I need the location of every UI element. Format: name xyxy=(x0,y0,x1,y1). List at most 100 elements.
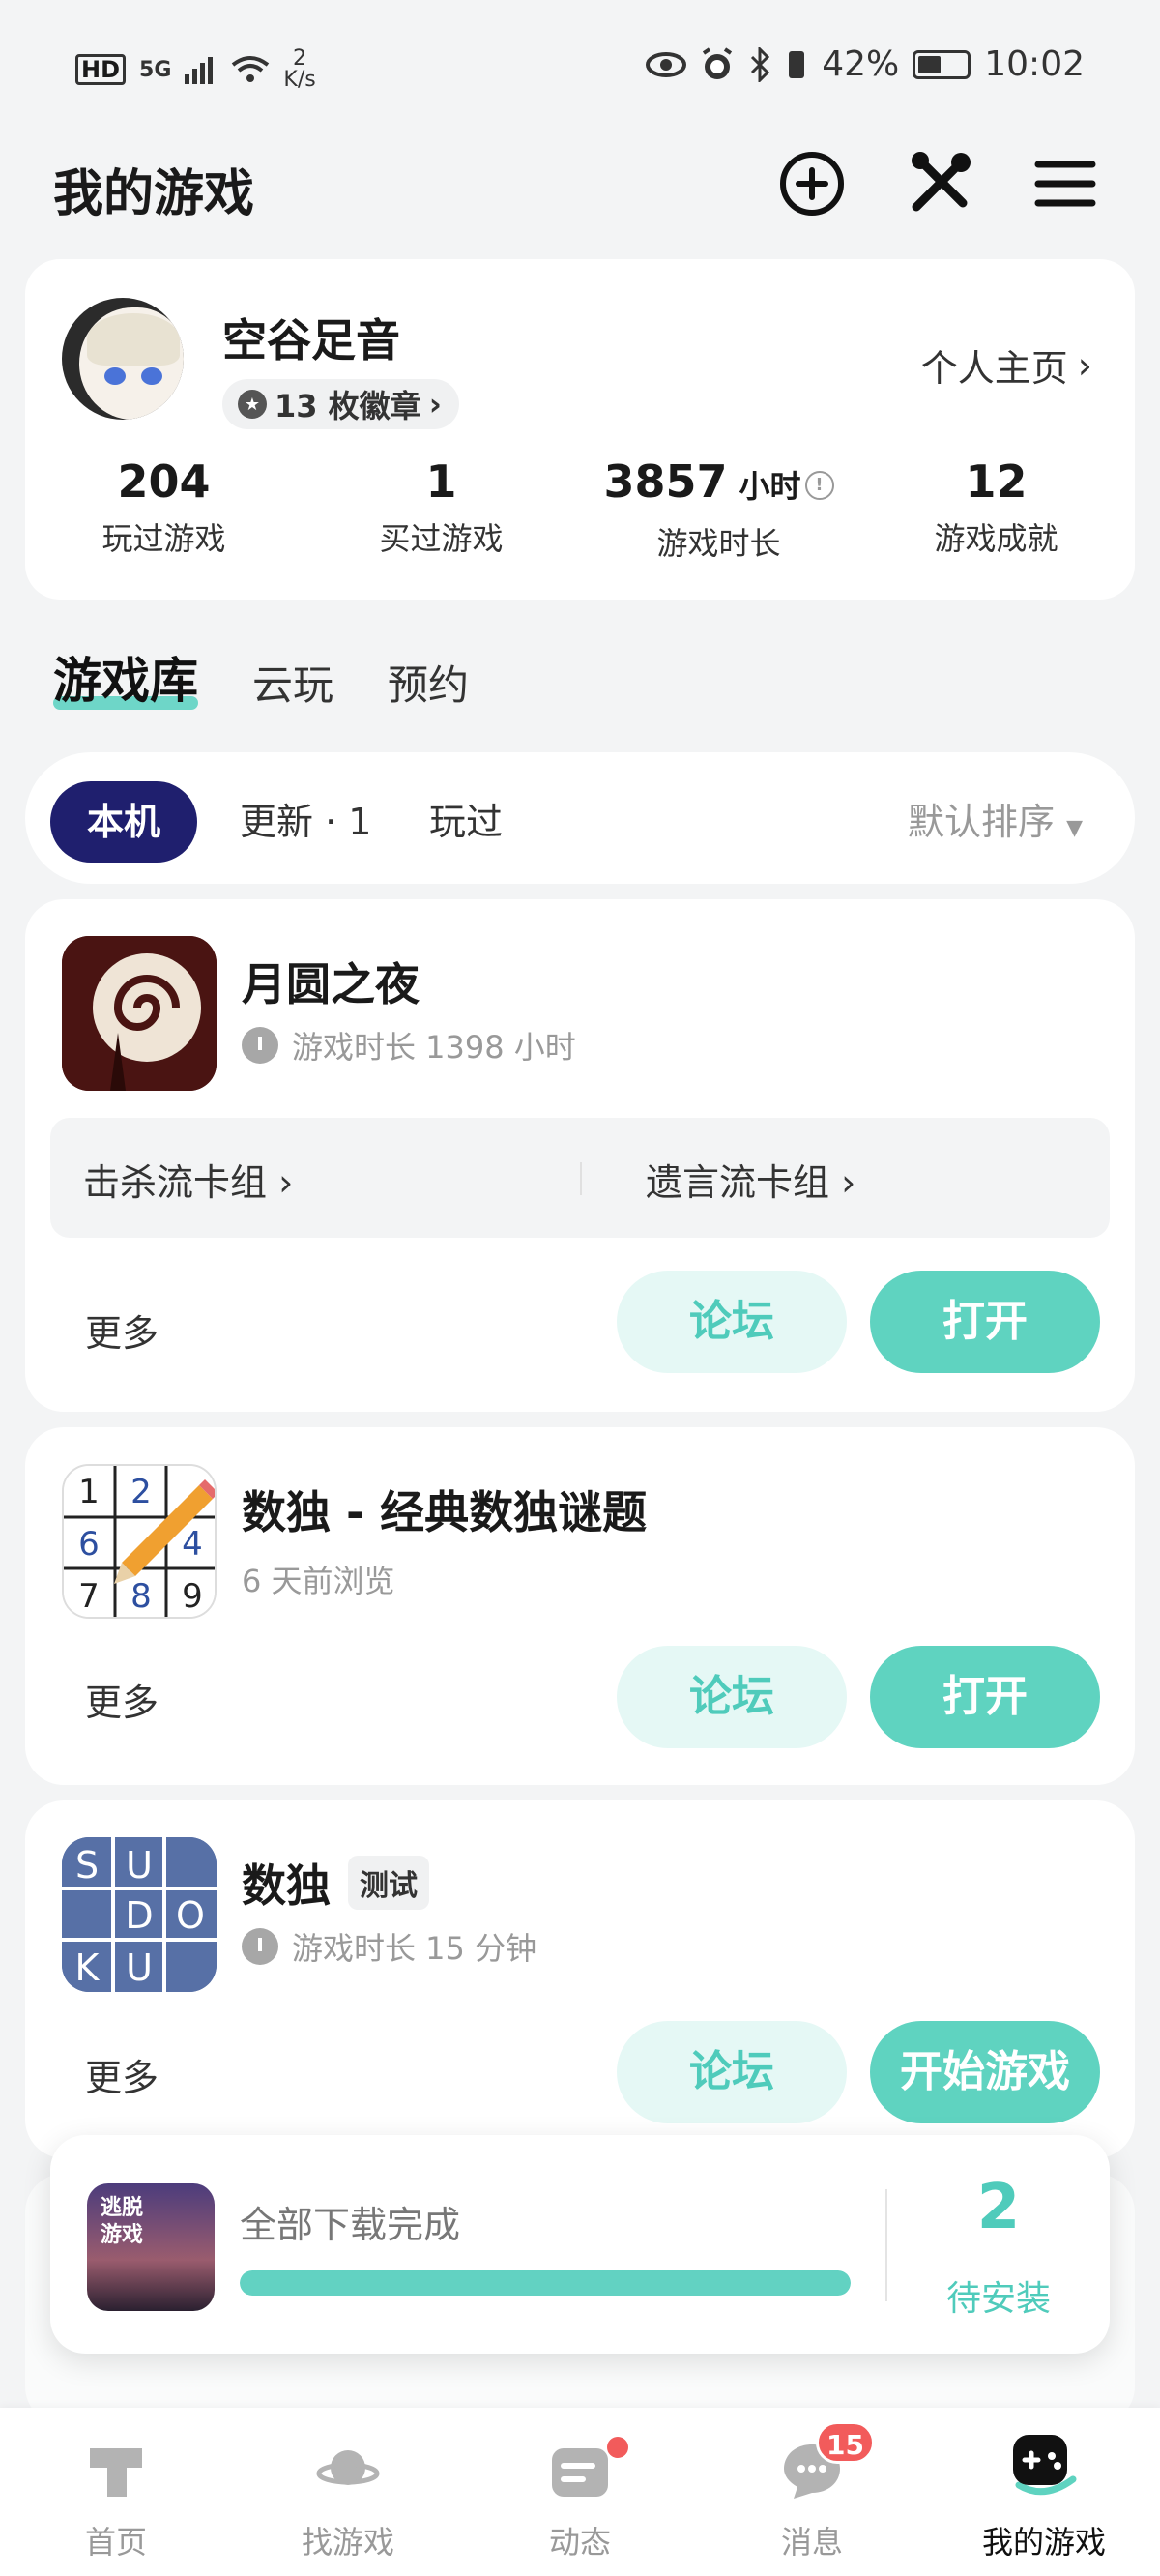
game-subtitle-row: 6 天前浏览 xyxy=(242,1557,395,1601)
net-speed-value: 2 xyxy=(293,46,307,71)
download-status-text: 全部下载完成 xyxy=(240,2204,461,2246)
profile-card[interactable]: 空谷足音 ★ 13 枚徽章 › 个人主页 › 204 玩过游戏 1 买过游戏 3… xyxy=(25,259,1135,600)
forum-button[interactable]: 论坛 xyxy=(617,1646,847,1748)
filter-updates[interactable]: 更新 · 1 xyxy=(240,781,371,863)
download-status-card[interactable]: 逃脱游戏 全部下载完成 2 待安装 xyxy=(50,2135,1110,2354)
sudoku-digit: 1 xyxy=(78,1473,100,1511)
avatar[interactable] xyxy=(62,298,184,420)
stat-playtime[interactable]: 3857 小时! 游戏时长 xyxy=(580,453,857,564)
signal-bars-icon xyxy=(185,57,214,84)
tools-icon[interactable] xyxy=(901,145,978,222)
tab-cloud[interactable]: 云玩 xyxy=(252,653,334,712)
info-icon[interactable]: ! xyxy=(804,470,834,500)
stat-unit: 小时 xyxy=(739,468,801,505)
game-icon[interactable] xyxy=(62,936,217,1091)
home-icon xyxy=(90,2448,142,2497)
vibrate-icon xyxy=(789,50,805,78)
filter-bar: 本机 更新 · 1 玩过 默认排序 ▼ xyxy=(25,752,1135,884)
forum-button[interactable]: 论坛 xyxy=(617,2021,847,2123)
avatar-eye xyxy=(141,367,162,385)
stat-value-row: 3857 小时! xyxy=(580,453,857,515)
badges-count: 13 枚徽章 xyxy=(275,388,421,424)
more-button[interactable]: 更多 xyxy=(85,2048,159,2101)
medal-icon: ★ xyxy=(238,390,267,419)
game-subtitle: 6 天前浏览 xyxy=(242,1563,395,1599)
alarm-icon xyxy=(703,46,733,79)
sudoku-letter: U xyxy=(126,1947,153,1989)
nav-feed[interactable]: 动态 xyxy=(464,2408,696,2576)
sudoku-grid-icon: 1 2 6 4 7 8 9 xyxy=(64,1466,215,1617)
game-card[interactable]: 1 2 6 4 7 8 9 数独 - 经典数独谜题 6 天前浏览 更多 论坛 打… xyxy=(25,1427,1135,1785)
page-title: 我的游戏 xyxy=(53,165,255,223)
sudoku-letter: K xyxy=(75,1947,101,1989)
stat-played[interactable]: 204 玩过游戏 xyxy=(25,453,303,564)
sudoku-digit: 6 xyxy=(78,1525,100,1564)
sudoku-letter: S xyxy=(75,1844,99,1887)
game-subtitle-row: 游戏时长 1398 小时 xyxy=(242,1023,576,1068)
filter-local[interactable]: 本机 xyxy=(50,781,198,863)
homepage-label: 个人主页 xyxy=(920,347,1068,390)
stat-purchased[interactable]: 1 买过游戏 xyxy=(303,453,580,564)
pending-install-count[interactable]: 2 xyxy=(887,2172,1110,2243)
stopwatch-icon xyxy=(242,1027,278,1064)
nav-my-games[interactable]: 我的游戏 xyxy=(928,2408,1160,2576)
signal-indicator: 5G xyxy=(139,57,172,82)
game-icon[interactable]: 1 2 6 4 7 8 9 xyxy=(62,1464,217,1619)
homepage-link[interactable]: 个人主页 › xyxy=(921,338,1092,392)
download-progress-bar xyxy=(240,2270,851,2296)
nav-home[interactable]: 首页 xyxy=(0,2408,232,2576)
sudoku-letters-icon: S U D O K U xyxy=(62,1837,217,1992)
add-circle-icon[interactable] xyxy=(773,145,851,222)
nav-label: 动态 xyxy=(548,2524,611,2561)
deck-label: 击杀流卡组 xyxy=(83,1161,268,1204)
nav-messages[interactable]: 15 消息 xyxy=(696,2408,928,2576)
profile-stats: 204 玩过游戏 1 买过游戏 3857 小时! 游戏时长 12 游戏成就 xyxy=(25,453,1135,564)
tab-reservations[interactable]: 预约 xyxy=(388,653,469,712)
pending-install-label[interactable]: 待安装 xyxy=(887,2270,1110,2321)
menu-icon[interactable] xyxy=(1027,145,1104,222)
download-progress-fill xyxy=(240,2270,851,2296)
stat-achievements[interactable]: 12 游戏成就 xyxy=(857,453,1135,564)
open-button[interactable]: 打开 xyxy=(870,1271,1100,1373)
download-icon-text: 逃脱游戏 xyxy=(101,2196,144,2247)
sudoku-digit: 2 xyxy=(130,1473,152,1511)
stat-label: 游戏时长 xyxy=(656,525,781,562)
library-tabs: 游戏库 云玩 预约 xyxy=(53,642,469,712)
game-card[interactable]: 月圆之夜 游戏时长 1398 小时 击杀流卡组 › 遗言流卡组 › 更多 论坛 … xyxy=(25,899,1135,1412)
game-subtitle: 游戏时长 15 分钟 xyxy=(292,1930,537,1967)
game-card[interactable]: S U D O K U 数独 测试 游戏时长 15 分钟 更多 论坛 开始游戏 xyxy=(25,1800,1135,2158)
game-title: 数独 - 经典数独谜题 xyxy=(242,1486,648,1538)
tab-library[interactable]: 游戏库 xyxy=(53,642,198,712)
status-right: 42% 10:02 xyxy=(646,44,1085,84)
username: 空谷足音 xyxy=(222,314,400,366)
nav-label: 首页 xyxy=(84,2524,147,2561)
chevron-right-icon: › xyxy=(278,1161,294,1204)
unread-badge: 15 xyxy=(816,2421,875,2464)
caret-down-icon: ▼ xyxy=(1066,816,1083,840)
status-left: HD 5G 2 K/s xyxy=(75,48,316,91)
deck-link[interactable]: 击杀流卡组 › xyxy=(83,1153,293,1206)
more-button[interactable]: 更多 xyxy=(85,1673,159,1726)
sort-dropdown[interactable]: 默认排序 ▼ xyxy=(908,781,1083,869)
nav-label: 我的游戏 xyxy=(981,2524,1106,2561)
more-button[interactable]: 更多 xyxy=(85,1303,159,1357)
avatar-eye xyxy=(104,367,126,385)
sudoku-letter: O xyxy=(176,1894,205,1937)
open-button[interactable]: 打开 xyxy=(870,1646,1100,1748)
download-game-icon: 逃脱游戏 xyxy=(87,2183,215,2311)
sudoku-digit: 8 xyxy=(130,1577,152,1616)
battery-percent: 42% xyxy=(822,44,900,84)
filter-played[interactable]: 玩过 xyxy=(429,781,503,863)
start-game-button[interactable]: 开始游戏 xyxy=(870,2021,1100,2123)
nav-discover[interactable]: 找游戏 xyxy=(232,2408,464,2576)
game-icon[interactable]: S U D O K U xyxy=(62,1837,217,1992)
stat-value: 204 xyxy=(117,455,211,508)
battery-icon xyxy=(913,49,972,79)
deck-link[interactable]: 遗言流卡组 › xyxy=(646,1153,856,1206)
chevron-right-icon: › xyxy=(1077,343,1092,387)
stat-value: 1 xyxy=(425,455,457,508)
stat-label: 游戏成就 xyxy=(934,520,1058,557)
chevron-right-icon: › xyxy=(428,386,442,423)
badges-chip[interactable]: ★ 13 枚徽章 › xyxy=(222,379,459,429)
forum-button[interactable]: 论坛 xyxy=(617,1271,847,1373)
